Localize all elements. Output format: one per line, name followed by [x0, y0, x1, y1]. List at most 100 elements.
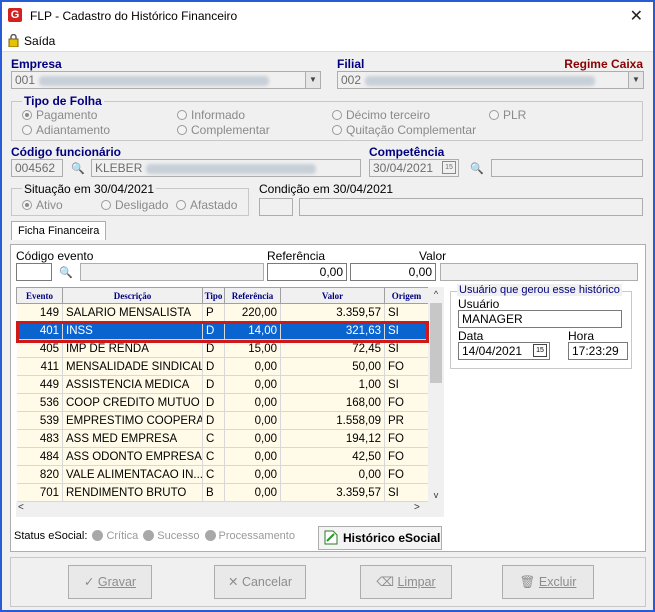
cell-evento: 484 — [16, 447, 63, 466]
regime-caixa-label: Regime Caixa — [564, 57, 643, 71]
cell-evento: 149 — [16, 303, 63, 322]
radio-quitacao-complementar[interactable]: Quitação Complementar — [332, 123, 476, 137]
col-referencia[interactable]: Referência — [224, 287, 281, 304]
check-icon: ✓ — [83, 575, 98, 589]
cell-referencia: 0,00 — [224, 411, 281, 430]
col-evento[interactable]: Evento — [16, 287, 63, 304]
gravar-button[interactable]: ✓ Gravar — [68, 565, 152, 599]
app-window: G FLP - Cadastro do Histórico Financeiro… — [0, 0, 655, 612]
empresa-select[interactable]: 001 ▼ — [11, 71, 321, 89]
table-row[interactable]: 149 SALARIO MENSALISTA P 220,00 3.359,57 SI — [16, 303, 428, 322]
binoculars-icon[interactable]: 🔍 — [466, 159, 488, 179]
table-row[interactable]: 449 ASSISTENCIA MEDICA D 0,00 1,00 SI — [16, 375, 428, 394]
cell-valor: 3.359,57 — [280, 303, 385, 322]
menu-bar: Saída — [2, 30, 653, 52]
tipo-folha-title: Tipo de Folha — [22, 94, 104, 108]
codigo-evento-input[interactable] — [16, 263, 52, 281]
cell-tipo: D — [202, 357, 225, 376]
close-icon[interactable]: ✕ — [630, 6, 643, 26]
filial-select[interactable]: 002 ▼ — [337, 71, 644, 89]
cell-origem: FO — [384, 357, 428, 376]
condicao-desc-input[interactable] — [299, 198, 643, 216]
lock-icon — [8, 33, 19, 48]
table-row[interactable]: 411 MENSALIDADE SINDICAL D 0,00 50,00 FO — [16, 357, 428, 376]
binoculars-icon[interactable]: 🔍 — [55, 263, 77, 283]
scrollbar-thumb[interactable] — [430, 303, 442, 383]
cell-tipo: C — [202, 465, 225, 484]
codigo-funcionario-label: Código funcionário — [11, 145, 121, 159]
tab-ficha-financeira[interactable]: Ficha Financeira — [11, 221, 107, 240]
radio-ativo[interactable]: Ativo — [22, 198, 63, 212]
calendar-icon[interactable]: 15 — [442, 161, 456, 174]
cell-referencia: 0,00 — [224, 393, 281, 412]
radio-pagamento[interactable]: Pagamento — [22, 108, 97, 122]
col-descricao[interactable]: Descrição — [62, 287, 203, 304]
table-row[interactable]: 701 RENDIMENTO BRUTO B 0,00 3.359,57 SI — [16, 483, 428, 502]
chevron-right-icon[interactable]: > — [414, 502, 420, 513]
cell-referencia: 0,00 — [224, 483, 281, 502]
cancelar-button[interactable]: ✕ Cancelar — [214, 565, 306, 599]
evento-desc-input[interactable] — [80, 263, 264, 281]
competencia-input[interactable]: 30/04/2021 15 — [369, 159, 459, 177]
chevron-down-icon[interactable]: v — [428, 488, 444, 502]
calendar-icon[interactable]: 15 — [533, 344, 547, 357]
condicao-code-input[interactable] — [259, 198, 293, 216]
radio-informado[interactable]: Informado — [177, 108, 245, 122]
table-row[interactable]: 483 ASS MED EMPRESA C 0,00 194,12 FO — [16, 429, 428, 448]
excluir-button[interactable]: 🗑 Excluir — [502, 565, 594, 599]
status-label: Status eSocial: — [14, 530, 88, 542]
radio-afastado[interactable]: Afastado — [176, 198, 237, 212]
chevron-left-icon[interactable]: < — [18, 502, 24, 513]
table-row[interactable]: 536 COOP CREDITO MUTUO D 0,00 168,00 FO — [16, 393, 428, 412]
funcionario-code-input[interactable]: 004562 — [11, 159, 63, 177]
competencia-extra-input[interactable] — [491, 159, 643, 177]
radio-plr[interactable]: PLR — [489, 108, 526, 122]
table-row[interactable]: 820 VALE ALIMENTACAO IN... C 0,00 0,00 FO — [16, 465, 428, 484]
chevron-down-icon[interactable]: ▼ — [628, 72, 643, 88]
cell-valor: 1.558,09 — [280, 411, 385, 430]
radio-dot — [332, 125, 342, 135]
referencia-input[interactable]: 0,00 — [267, 263, 347, 281]
col-tipo[interactable]: Tipo — [202, 287, 225, 304]
limpar-button[interactable]: ⌫ Limpar — [360, 565, 452, 599]
cell-tipo: B — [202, 483, 225, 502]
cell-tipo: C — [202, 429, 225, 448]
cell-tipo: C — [202, 447, 225, 466]
data-input[interactable]: 14/04/2021 15 — [458, 342, 550, 360]
processamento-indicator-icon — [204, 530, 216, 541]
usuario-label: Usuário — [458, 297, 500, 311]
col-valor[interactable]: Valor — [280, 287, 385, 304]
funcionario-name-input[interactable]: KLEBER — [91, 159, 361, 177]
table-vertical-scrollbar[interactable]: ^ v — [428, 287, 444, 502]
hora-label: Hora — [568, 329, 595, 343]
chevron-down-icon[interactable]: ▼ — [305, 72, 320, 88]
cell-evento: 539 — [16, 411, 63, 430]
usuario-input[interactable]: MANAGER — [458, 310, 622, 328]
radio-dot — [176, 200, 186, 210]
col-origem[interactable]: Origem — [384, 287, 428, 304]
radio-desligado[interactable]: Desligado — [101, 198, 168, 212]
cell-referencia: 0,00 — [224, 375, 281, 394]
cell-referencia: 0,00 — [224, 429, 281, 448]
valor-label: Valor — [419, 249, 447, 263]
cell-referencia: 0,00 — [224, 447, 281, 466]
radio-adiantamento[interactable]: Adiantamento — [22, 123, 110, 137]
cell-origem: FO — [384, 465, 428, 484]
hora-input[interactable]: 17:23:29 — [568, 342, 628, 360]
esocial-status-row: Status eSocial: Crítica Sucesso Processa… — [14, 530, 295, 542]
table-row[interactable]: 539 EMPRESTIMO COOPERAT D 0,00 1.558,09 PR — [16, 411, 428, 430]
binoculars-icon[interactable]: 🔍 — [67, 159, 89, 179]
table-row[interactable]: 484 ASS ODONTO EMPRESA C 0,00 42,50 FO — [16, 447, 428, 466]
radio-dot — [101, 200, 111, 210]
table-horizontal-scrollbar[interactable]: < > — [16, 502, 444, 517]
historico-esocial-button[interactable]: Histórico eSocial — [318, 526, 442, 550]
cancel-icon: ✕ — [228, 575, 242, 589]
radio-complementar[interactable]: Complementar — [177, 123, 270, 137]
chevron-up-icon[interactable]: ^ — [428, 287, 444, 301]
radio-decimo-terceiro[interactable]: Décimo terceiro — [332, 108, 430, 122]
menu-saida[interactable]: Saída — [24, 34, 55, 48]
valor-extra-input[interactable] — [440, 263, 638, 281]
window-title: FLP - Cadastro do Histórico Financeiro — [30, 9, 238, 23]
radio-dot — [332, 110, 342, 120]
valor-input[interactable]: 0,00 — [350, 263, 436, 281]
